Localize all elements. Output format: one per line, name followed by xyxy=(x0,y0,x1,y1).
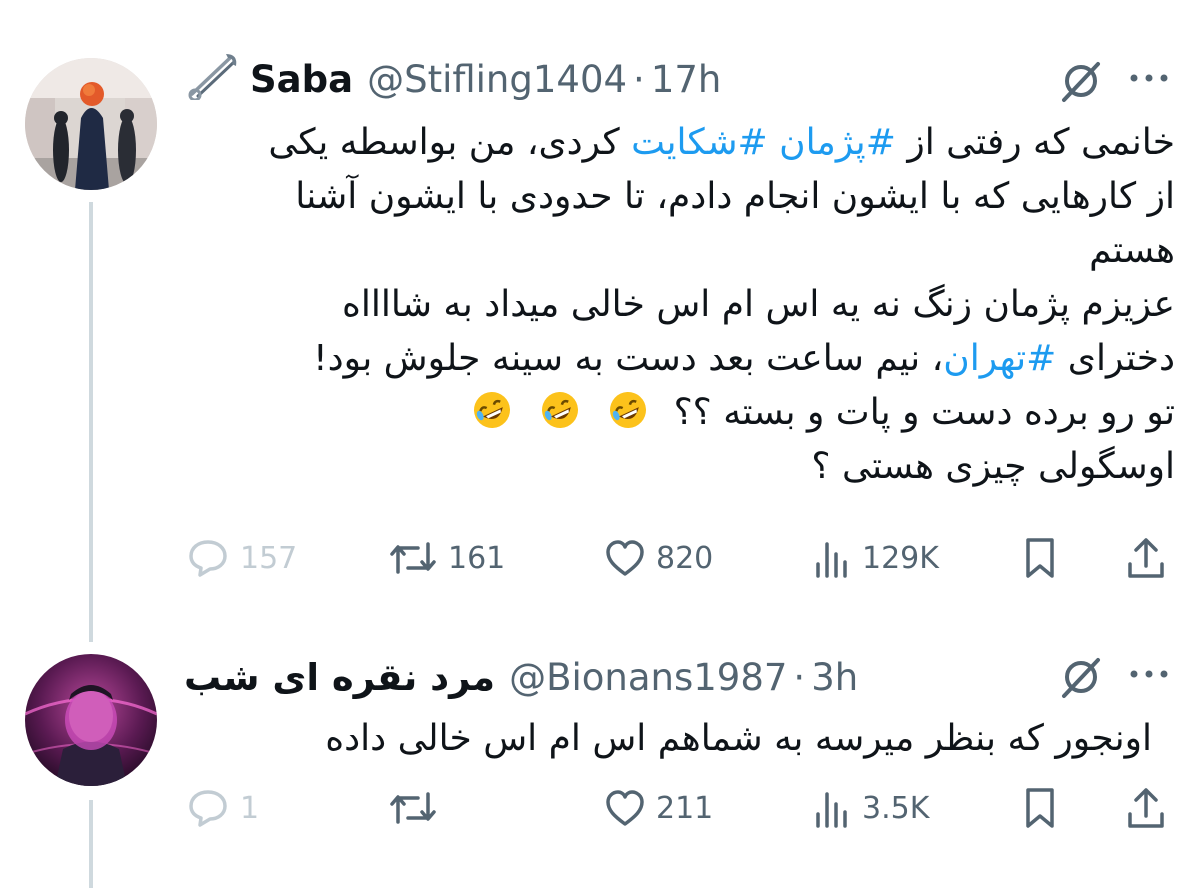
rolling-on-floor-laughing-emoji xyxy=(472,390,512,430)
bookmark-icon xyxy=(1026,788,1054,828)
safety-pin-icon xyxy=(184,50,240,109)
tweet-text: اونجور که بنظر میرسه به شماهم اس ام اس خ… xyxy=(192,712,1152,766)
timestamp[interactable]: 17h xyxy=(651,58,722,101)
tweet-header: Saba @Stifling1404 · 17h xyxy=(184,53,722,104)
repost-button[interactable]: 161 xyxy=(388,536,505,580)
analytics-icon xyxy=(816,542,847,578)
like-count: 211 xyxy=(656,790,714,826)
bookmark-button[interactable] xyxy=(1020,536,1060,580)
rolling-on-floor-laughing-emoji xyxy=(540,390,580,430)
like-button[interactable]: 211 xyxy=(604,786,713,830)
text-segment: ، نیم ساعت بعد دست به سینه جلوش بود! xyxy=(313,338,944,379)
text-line: عزیزم پژمان زنگ نه یه اس ام اس خالی میدا… xyxy=(341,284,1175,325)
grok-icon[interactable] xyxy=(1058,654,1104,704)
separator-dot: · xyxy=(633,57,645,101)
hashtag-link[interactable]: #پژمان xyxy=(779,122,896,163)
share-button[interactable] xyxy=(1124,786,1168,830)
like-button[interactable]: 820 xyxy=(604,536,713,580)
text-line: از کارهایی که با ایشون انجام دادم، تا حد… xyxy=(295,176,1175,217)
user-handle[interactable]: @Stifling1404 xyxy=(367,58,627,101)
heart-icon xyxy=(606,540,644,576)
more-options-icon[interactable] xyxy=(1128,70,1170,89)
avatar[interactable] xyxy=(25,654,157,786)
hashtag-link[interactable]: #شکایت xyxy=(631,122,768,163)
rolling-on-floor-laughing-emoji xyxy=(608,390,648,430)
grok-icon[interactable] xyxy=(1058,58,1104,108)
display-name[interactable]: Saba xyxy=(250,58,353,101)
view-count: 3.5K xyxy=(862,790,930,826)
thread-line xyxy=(89,800,93,888)
text-segment: خانمی که رفتی از xyxy=(895,122,1175,163)
thread-line xyxy=(89,202,93,642)
share-button[interactable] xyxy=(1124,536,1168,580)
tweet-text: خانمی که رفتی از #پژمان #شکایت کردی، من … xyxy=(185,116,1175,494)
reply-icon xyxy=(189,540,227,577)
heart-icon xyxy=(606,790,644,826)
bookmark-icon xyxy=(1026,538,1054,578)
reply-count: 157 xyxy=(240,540,298,576)
repost-icon xyxy=(390,792,436,824)
text-segment: دخترای xyxy=(1056,338,1175,379)
share-icon xyxy=(1128,538,1164,578)
analytics-icon xyxy=(816,792,847,828)
avatar[interactable] xyxy=(25,58,157,190)
user-handle[interactable]: @Bionans1987 xyxy=(509,656,787,699)
hashtag-link[interactable]: #تهران xyxy=(943,338,1056,379)
text-line: اوسگولی چیزی هستی ؟ xyxy=(811,446,1175,487)
reply-button[interactable]: 1 xyxy=(186,786,259,830)
share-icon xyxy=(1128,788,1164,828)
more-options-icon[interactable] xyxy=(1128,666,1170,685)
like-count: 820 xyxy=(656,540,714,576)
view-count: 129K xyxy=(862,540,939,576)
display-name[interactable]: مرد نقره ای شب xyxy=(184,656,495,699)
reply-count: 1 xyxy=(240,790,260,826)
bookmark-button[interactable] xyxy=(1020,786,1060,830)
timestamp[interactable]: 3h xyxy=(811,656,858,699)
tweet-header: مرد نقره ای شب @Bionans1987 · 3h xyxy=(184,652,858,702)
repost-icon xyxy=(390,542,436,574)
repost-count: 161 xyxy=(448,540,506,576)
reply-button[interactable]: 157 xyxy=(186,536,297,580)
views-button[interactable]: 129K xyxy=(812,536,939,580)
reply-icon xyxy=(189,790,227,827)
text-line: هستم xyxy=(1089,230,1175,271)
text-segment: کردی، من بواسطه یکی xyxy=(268,122,632,163)
text-line: اونجور که بنظر میرسه به شماهم اس ام اس خ… xyxy=(325,718,1152,759)
separator-dot: · xyxy=(793,655,806,699)
views-button[interactable]: 3.5K xyxy=(812,786,929,830)
repost-button[interactable] xyxy=(388,786,448,830)
text-segment: تو رو برده دست و پات و بسته ؟؟ xyxy=(673,392,1175,433)
